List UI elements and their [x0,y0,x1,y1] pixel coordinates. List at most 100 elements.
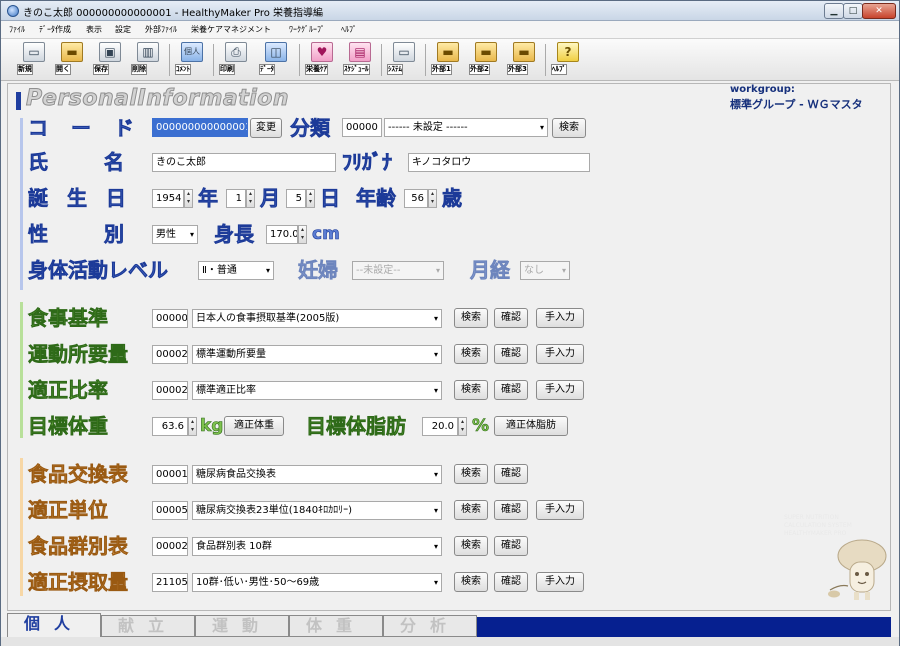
mushroom-mascot-icon [828,539,887,600]
menu-view[interactable]: 表示 [86,24,102,35]
window-title: きのこ太郎 000000000000001 - HealthyMaker Pro… [23,8,324,19]
maximize-button[interactable]: □ [843,3,863,19]
menu-file[interactable]: ﾌｧｲﾙ [9,24,25,35]
intake-search-button[interactable]: 検索 [454,572,488,592]
exercise-search-button[interactable]: 検索 [454,344,488,364]
chevron-down-icon: ▾ [561,266,566,275]
activity-dropdown[interactable]: Ⅱ・普通 ▾ [198,261,274,280]
ratio-manual-button[interactable]: 手入力 [536,380,584,400]
menu-data[interactable]: ﾃﾞｰﾀ作成 [39,24,71,35]
toolbar-data-button[interactable]: ◫ ﾃﾞｰﾀ [259,42,293,78]
ideal-fat-button[interactable]: 適正体脂肪 [494,416,568,436]
tab-weight[interactable]: 体重 [289,615,383,637]
unit-amount-confirm-button[interactable]: 確認 [494,500,528,520]
help-icon: ? [557,42,579,62]
birth-year-field[interactable]: 1954 [152,189,184,208]
toolbar-delete-button[interactable]: ▥ 削除 [131,42,165,78]
tab-menu[interactable]: 献立 [101,615,195,637]
category-dropdown[interactable]: ------ 未設定 ------ ▾ [384,118,548,137]
unit-amount-code[interactable]: 00005 [152,501,188,520]
tab-analysis[interactable]: 分析 [383,615,477,637]
category-search-button[interactable]: 検索 [552,118,586,138]
category-code-field[interactable]: 00000 [342,118,382,137]
name-field[interactable]: きのこ太郎 [152,153,336,172]
birth-month-field[interactable]: 1 [226,189,246,208]
menstruation-dropdown[interactable]: なし ▾ [520,261,570,280]
intake-manual-button[interactable]: 手入力 [536,572,584,592]
ideal-weight-button[interactable]: 適正体重 [224,416,284,436]
diet-standard-dropdown[interactable]: 日本人の食事摂取基準(2005版) ▾ [192,309,442,328]
toolbar-external2-button[interactable]: ▬ 外部2 [469,42,503,78]
unit-amount-search-button[interactable]: 検索 [454,500,488,520]
workgroup-value: 標準グループ - ＷＧマスタ [730,98,863,111]
toolbar-help-button[interactable]: ? ﾍﾙﾌﾟ [551,42,585,78]
birth-day-field[interactable]: 5 [286,189,306,208]
intake-confirm-button[interactable]: 確認 [494,572,528,592]
toolbar-comment-button[interactable]: 個人 ｺﾒﾝﾄ [175,42,209,78]
ratio-confirm-button[interactable]: 確認 [494,380,528,400]
height-stepper[interactable]: ▴ ▾ [298,225,307,244]
birth-day-stepper[interactable]: ▴ ▾ [306,189,315,208]
ratio-search-button[interactable]: 検索 [454,380,488,400]
exercise-manual-button[interactable]: 手入力 [536,344,584,364]
exercise-confirm-button[interactable]: 確認 [494,344,528,364]
diet-standard-code[interactable]: 00000 [152,309,188,328]
tab-exercise[interactable]: 運動 [195,615,289,637]
code-field[interactable]: 000000000000001 [152,118,248,137]
pregnancy-dropdown[interactable]: --未設定-- ▾ [352,261,444,280]
target-fat-stepper[interactable]: ▴ ▾ [458,417,467,436]
diet-standard-manual-button[interactable]: 手入力 [536,308,584,328]
height-label: 身長 [214,222,255,247]
toolbar-open-button[interactable]: ▬ 開く [55,42,89,78]
toolbar-external1-button[interactable]: ▬ 外部1 [431,42,465,78]
target-weight-stepper[interactable]: ▴ ▾ [188,417,197,436]
month-unit: 月 [260,186,281,211]
group-table-dropdown[interactable]: 食品群別表 10群 ▾ [192,537,442,556]
menu-workgroup[interactable]: ﾜｰｸｸﾞﾙｰﾌﾟ [289,24,325,35]
group-table-confirm-button[interactable]: 確認 [494,536,528,556]
group-table-code[interactable]: 00002 [152,537,188,556]
height-field[interactable]: 170.0 [266,225,298,244]
toolbar-save-button[interactable]: ▣ 保存 [93,42,127,78]
toolbar-care-button[interactable]: ♥ 栄養ｹｱ [305,42,339,78]
furigana-field[interactable]: キノコタロウ [408,153,590,172]
menu-care[interactable]: 栄養ケアマネジメント [191,24,271,35]
minimize-button[interactable]: ▁ [824,3,844,19]
birth-year-stepper[interactable]: ▴ ▾ [184,189,193,208]
exchange-table-confirm-button[interactable]: 確認 [494,464,528,484]
target-weight-field[interactable]: 63.6 [152,417,188,436]
ratio-dropdown[interactable]: 標準適正比率 ▾ [192,381,442,400]
unit-amount-dropdown[interactable]: 糖尿病交換表23単位(1840ｷﾛｶﾛﾘｰ) ▾ [192,501,442,520]
exchange-table-search-button[interactable]: 検索 [454,464,488,484]
group-table-search-button[interactable]: 検索 [454,536,488,556]
age-stepper[interactable]: ▴ ▾ [428,189,437,208]
intake-dropdown[interactable]: 10群･低い･男性･50～69歳 ▾ [192,573,442,592]
birth-month-stepper[interactable]: ▴ ▾ [246,189,255,208]
code-change-button[interactable]: 変更 [250,118,282,138]
toolbar-system-button[interactable]: ▭ ｼｽﾃﾑ [387,42,421,78]
target-fat-field[interactable]: 20.0 [422,417,458,436]
exchange-table-dropdown[interactable]: 糖尿病食品交換表 ▾ [192,465,442,484]
chevron-down-icon: ▾ [189,230,194,239]
menu-external[interactable]: 外部ﾌｧｲﾙ [145,24,177,35]
toolbar-external3-button[interactable]: ▬ 外部3 [507,42,541,78]
toolbar-print-button[interactable]: ⎙ 印刷 [219,42,253,78]
close-button[interactable]: ✕ [862,3,896,19]
menu-help[interactable]: ﾍﾙﾌﾟ [341,24,357,35]
exercise-dropdown[interactable]: 標準運動所要量 ▾ [192,345,442,364]
age-field[interactable]: 56 [404,189,428,208]
toolbar-schedule-button[interactable]: ▤ ｽｹｼﾞｭｰﾙ [343,42,377,78]
ratio-code[interactable]: 00002 [152,381,188,400]
sex-dropdown[interactable]: 男性 ▾ [152,225,198,244]
exercise-code[interactable]: 00002 [152,345,188,364]
workgroup-label: workgroup: [730,84,795,95]
code-label: コ ー ド [28,116,142,141]
menu-settings[interactable]: 設定 [115,24,131,35]
exchange-table-code[interactable]: 00001 [152,465,188,484]
tab-personal[interactable]: 個人 [7,613,101,637]
intake-code[interactable]: 21105 [152,573,188,592]
diet-standard-search-button[interactable]: 検索 [454,308,488,328]
unit-amount-manual-button[interactable]: 手入力 [536,500,584,520]
toolbar-new-button[interactable]: ▭ 新規 [17,42,51,78]
diet-standard-confirm-button[interactable]: 確認 [494,308,528,328]
